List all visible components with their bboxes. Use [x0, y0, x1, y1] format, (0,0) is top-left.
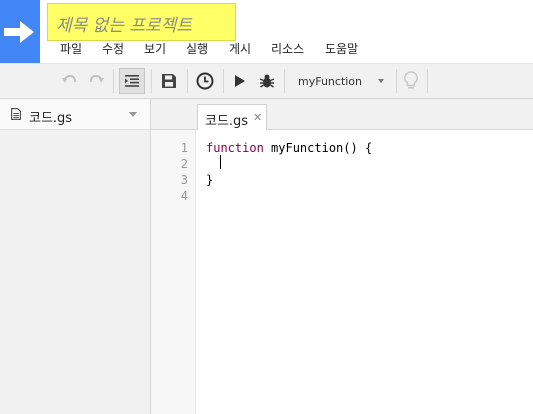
redo-button[interactable]: [84, 68, 108, 94]
code-keyword: function: [206, 141, 264, 155]
toolbar-divider: [151, 69, 152, 93]
close-icon[interactable]: ✕: [253, 112, 262, 124]
indent-icon: [125, 75, 139, 87]
save-button[interactable]: [156, 68, 182, 94]
triggers-button[interactable]: [192, 68, 218, 94]
menu-help[interactable]: 도움말: [325, 40, 358, 57]
line-number: 1: [180, 141, 188, 155]
document-icon: [11, 108, 21, 120]
arrow-icon: [4, 21, 34, 43]
debug-bug-icon: [259, 74, 275, 88]
menu-resources[interactable]: 리소스: [271, 40, 304, 57]
line-number: 4: [180, 189, 188, 203]
file-sidebar: [0, 99, 151, 414]
tab-label: 코드.gs: [205, 114, 249, 129]
text-cursor: [220, 155, 221, 169]
project-title[interactable]: 제목 없는 프로젝트: [56, 11, 192, 36]
indent-button[interactable]: [119, 68, 145, 94]
editor-tab[interactable]: 코드.gs ✕: [197, 104, 267, 131]
undo-button[interactable]: [58, 68, 82, 94]
toolbar-divider: [396, 69, 397, 93]
toolbar: myFunction: [0, 63, 533, 99]
undo-icon: [62, 75, 77, 83]
menu-view[interactable]: 보기: [144, 40, 166, 57]
file-name: 코드.gs: [29, 111, 73, 126]
code-function-signature: myFunction() {: [263, 141, 373, 155]
lightbulb-icon: [404, 71, 418, 89]
redo-icon: [89, 75, 104, 83]
file-list-item[interactable]: 코드.gs: [0, 99, 150, 130]
menu-file[interactable]: 파일: [60, 40, 82, 57]
function-select-value: myFunction: [298, 74, 363, 88]
function-select[interactable]: myFunction: [288, 68, 394, 94]
toolbar-divider: [284, 69, 285, 93]
menu-edit[interactable]: 수정: [102, 40, 124, 57]
code-line-3: }: [206, 173, 214, 187]
code-line-1: function myFunction() {: [206, 141, 372, 155]
toolbar-divider: [427, 69, 428, 93]
lightbulb-button[interactable]: [400, 68, 422, 94]
toolbar-divider: [187, 69, 188, 93]
save-icon: [162, 74, 176, 88]
menu-run[interactable]: 실행: [186, 40, 208, 57]
toolbar-divider: [223, 69, 224, 93]
file-menu-chevron-icon[interactable]: [129, 112, 137, 117]
line-number: 2: [180, 157, 188, 171]
menu-publish[interactable]: 게시: [229, 40, 251, 57]
line-number: 3: [180, 173, 188, 187]
triggers-clock-icon: [196, 72, 214, 90]
apps-script-logo[interactable]: [0, 0, 40, 63]
chevron-down-icon: [378, 79, 384, 83]
run-icon: [235, 75, 245, 87]
toolbar-divider: [113, 69, 114, 93]
code-editor[interactable]: [197, 130, 533, 414]
run-button[interactable]: [228, 68, 252, 94]
debug-button[interactable]: [254, 68, 280, 94]
